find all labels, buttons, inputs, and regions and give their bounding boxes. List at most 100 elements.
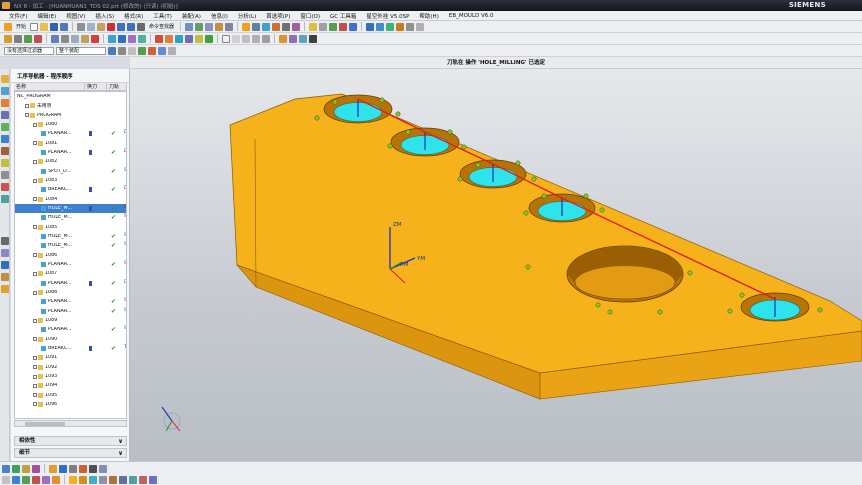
plugin-drill-icon[interactable] [165,34,173,43]
snap-center-icon[interactable] [242,34,250,43]
measure-icon[interactable] [292,22,301,31]
face-select-icon[interactable] [128,46,136,55]
feature-select-icon[interactable] [118,46,126,55]
menu-preferences[interactable]: 首选项(P) [261,12,295,20]
navigator-row[interactable]: HOLE_M... ✔ S [15,241,126,250]
navigator-row[interactable]: 1082 [15,157,126,166]
method-view-icon[interactable] [34,34,42,43]
mould-base-icon[interactable] [299,34,307,43]
navigator-row[interactable]: HOLE_M... ✔ D [15,203,126,214]
feature-icon[interactable] [49,464,57,473]
part-navigator-icon[interactable] [1,87,9,95]
point-icon[interactable] [2,475,10,484]
start-icon[interactable] [4,22,12,31]
revolve-icon[interactable] [79,475,87,484]
machine-view-icon[interactable] [14,34,22,43]
navigator-row[interactable]: HOLE_M... ✔ S [15,232,126,241]
intersect-icon[interactable] [149,475,157,484]
plugin-tool-icon[interactable] [155,34,163,43]
navigator-row[interactable]: 1087 [15,269,126,278]
chevron-down-icon[interactable]: ∨ [118,449,123,458]
offset-icon[interactable] [52,475,60,484]
new-file-icon[interactable] [30,22,39,31]
constraint-icon[interactable] [1,249,9,257]
snap-midpoint-icon[interactable] [232,34,240,43]
generate-path-icon[interactable] [366,22,375,31]
contour-icon[interactable] [32,464,40,473]
copy-icon[interactable] [87,22,96,31]
face-mill-icon[interactable] [22,464,30,473]
plugin-check-icon[interactable] [205,34,213,43]
part-model[interactable]: ZM YM XM [130,69,862,461]
process-studio-icon[interactable] [1,171,9,179]
copy-object-icon[interactable] [71,34,79,43]
navigator-row[interactable]: 1085 [15,223,126,232]
replay-path-icon[interactable] [376,22,385,31]
navigator-row[interactable]: 1088 [15,288,126,297]
create-operation-icon[interactable] [349,22,358,31]
details-panel[interactable]: 细节 ∨ [14,448,127,458]
assembly-navigator-icon[interactable] [1,75,9,83]
navigator-row[interactable]: BREAKC... ✔ T [15,344,126,353]
snap-quadrant-icon[interactable] [262,34,270,43]
object-icon[interactable] [138,34,146,43]
plugin-edge-icon[interactable] [185,34,193,43]
expand-toggle-icon[interactable] [25,103,29,108]
cut-icon[interactable] [77,22,86,31]
plugin-face-icon[interactable] [175,34,183,43]
navigator-row[interactable]: PROGRAM [15,111,126,120]
machine-navigator-icon[interactable] [1,111,9,119]
roles-icon[interactable] [1,183,9,191]
create-tool-icon[interactable] [319,22,328,31]
transform-icon[interactable] [128,34,136,43]
navigator-row[interactable]: HOLE_M... ✔ S [15,213,126,222]
save-all-icon[interactable] [60,22,69,31]
zoom-icon[interactable] [205,22,214,31]
blend-icon[interactable] [99,475,107,484]
command-finder-button[interactable]: 命令查找器 [147,23,176,30]
manufacturing-wizard-icon[interactable] [1,237,9,245]
navigator-row[interactable]: PLANAR... ✔ S [15,325,126,334]
menu-analysis[interactable]: 分析(L) [233,12,261,20]
menu-star-plugin[interactable]: 星空外挂 V5.0SP [361,12,414,20]
navigator-row[interactable]: 1095 [15,391,126,400]
paste-object-icon[interactable] [81,34,89,43]
pan-icon[interactable] [225,22,234,31]
circle-icon[interactable] [32,475,40,484]
redo-icon[interactable] [127,22,136,31]
text-icon[interactable] [89,464,97,473]
create-program-icon[interactable] [309,22,318,31]
navigator-row[interactable]: 1093 [15,372,126,381]
expand-toggle-icon[interactable] [33,355,37,360]
save-icon[interactable] [50,22,59,31]
navigator-row[interactable]: 1096 [15,400,126,409]
navigator-row[interactable]: PLANAR... ✔ S [15,260,126,269]
create-method-icon[interactable] [339,22,348,31]
navigator-row[interactable]: 1090 [15,335,126,344]
subtract-icon[interactable] [139,475,147,484]
filter-select[interactable]: 没有选择过滤器 [4,46,54,55]
view-orient-icon[interactable] [262,22,271,31]
geometry-view-icon[interactable] [24,34,32,43]
shop-doc-icon[interactable] [406,22,415,31]
graphics-window[interactable]: ZM YM XM [130,69,862,461]
expand-toggle-icon[interactable] [33,290,37,295]
unite-icon[interactable] [129,475,137,484]
program-view-icon[interactable] [4,34,12,43]
show-hide-icon[interactable] [282,22,291,31]
reuse-library-icon[interactable] [1,123,9,131]
expand-toggle-icon[interactable] [33,225,37,230]
navigator-row[interactable]: 1081 [15,139,126,148]
postprocess-icon[interactable] [396,22,405,31]
menu-gc-toolbox[interactable]: GC 工具箱 [325,12,361,20]
menu-info[interactable]: 信息(I) [206,12,233,20]
menu-tools[interactable]: 工具(T) [148,12,177,20]
cut-object-icon[interactable] [61,34,69,43]
menu-edit[interactable]: 编辑(E) [32,12,61,20]
info-icon[interactable] [118,34,126,43]
menu-eb-mould[interactable]: EB_MOULD V6.0 [444,13,499,19]
expand-toggle-icon[interactable] [33,383,37,388]
command-finder-icon[interactable] [137,22,146,31]
palette-icon[interactable] [1,285,9,293]
menu-insert[interactable]: 插入(S) [90,12,119,20]
